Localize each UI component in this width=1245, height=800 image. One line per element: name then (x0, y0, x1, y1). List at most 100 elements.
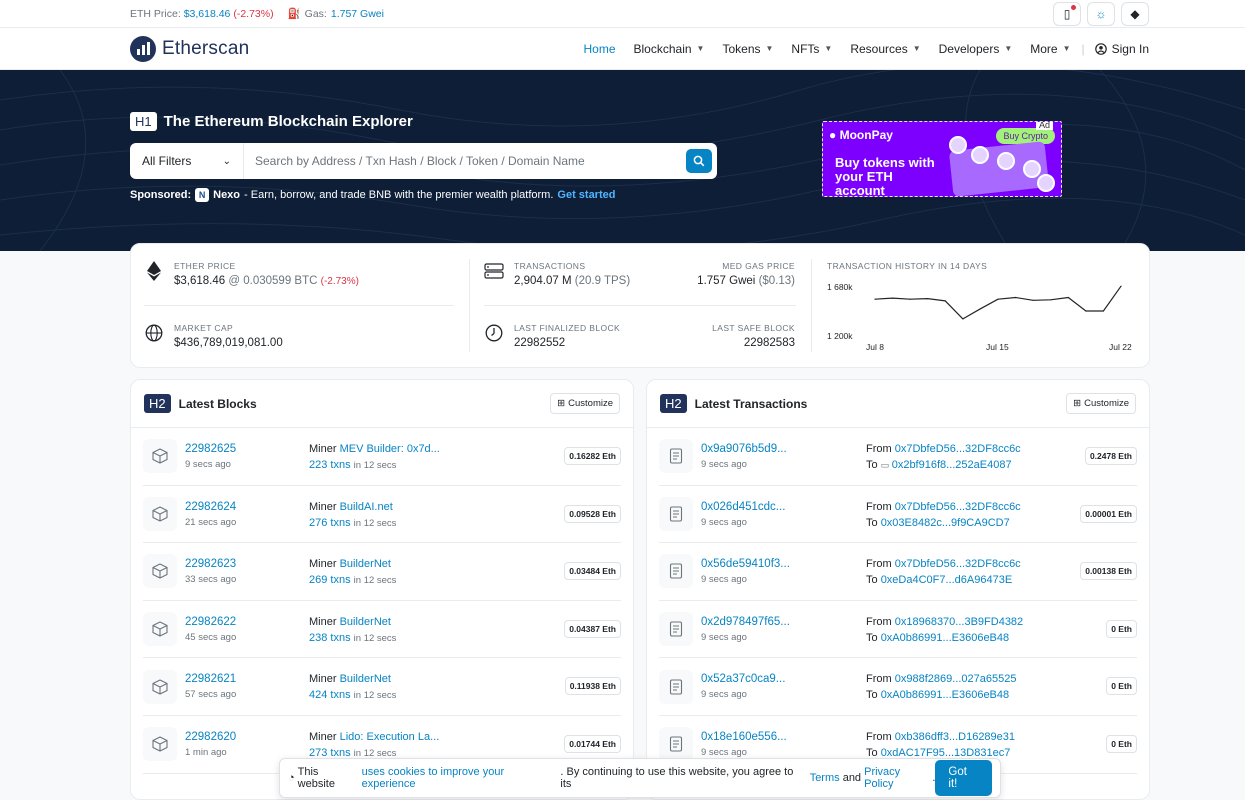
chevron-down-icon: ▼ (912, 44, 921, 53)
chevron-down-icon: ▼ (1004, 44, 1013, 53)
book-icon: ▯ (1063, 6, 1071, 21)
to-address-link[interactable]: 0x03E8482c...9f9CA9CD7 (881, 517, 1010, 529)
terms-link[interactable]: Terms (810, 772, 840, 784)
nav-nfts[interactable]: NFTs ▼ (782, 42, 841, 56)
from-address-link[interactable]: 0x7DbfeD56...32DF8cc6c (895, 501, 1021, 513)
to-label: To (866, 689, 878, 702)
eth-price-label: ETH Price: (130, 7, 181, 20)
miner-link[interactable]: BuildAI.net (340, 501, 393, 513)
miner-link[interactable]: BuilderNet (340, 616, 391, 628)
page-title: The Ethereum Blockchain Explorer (163, 113, 413, 130)
miner-link[interactable]: Lido: Execution La... (340, 731, 440, 743)
gas-price-value[interactable]: 1.757 Gwei (697, 275, 755, 287)
safe-block-value[interactable]: 22982583 (712, 337, 795, 349)
notification-button[interactable]: ▯ (1053, 1, 1081, 26)
panel-header: H2 Latest Transactions ⊞ Customize (647, 380, 1149, 428)
block-number-link[interactable]: 22982624 (185, 500, 236, 515)
search-button[interactable] (686, 149, 712, 173)
transactions-value[interactable]: 2,904.07 M (514, 275, 572, 287)
sponsor-name[interactable]: Nexo (213, 189, 240, 201)
moonpay-brand: ● MoonPay (829, 128, 893, 142)
txns-link[interactable]: 424 txns (309, 689, 351, 701)
transaction-row: 0x2d978497f65... 9 secs ago From 0x1896837… (659, 601, 1137, 659)
finalized-block-value[interactable]: 22982552 (514, 337, 620, 349)
to-address-link[interactable]: 0xeDa4C0F7...d6A96473E (881, 574, 1012, 586)
tx-hash-link[interactable]: 0x026d451cdc... (701, 500, 785, 515)
miner-link[interactable]: BuilderNet (340, 558, 391, 570)
from-address-link[interactable]: 0x7DbfeD56...32DF8cc6c (895, 443, 1021, 455)
sponsor-text: - Earn, borrow, and trade BNB with the p… (244, 189, 554, 201)
sponsor-cta-link[interactable]: Get started (557, 189, 615, 201)
to-label: To (866, 631, 878, 644)
block-number-link[interactable]: 22982621 (185, 672, 236, 687)
tx-hash-link[interactable]: 0x52a37c0ca9... (701, 672, 785, 687)
nav-tokens[interactable]: Tokens ▼ (713, 42, 782, 56)
filter-select[interactable]: All Filters ⌄ (130, 143, 244, 179)
nav-developers[interactable]: Developers ▼ (930, 42, 1022, 56)
to-address-link[interactable]: 0xA0b86991...E3606eB48 (881, 689, 1009, 701)
tx-history-chart[interactable] (873, 280, 1123, 342)
txns-link[interactable]: 276 txns (309, 517, 351, 529)
search-icon (693, 155, 705, 167)
user-circle-icon (1094, 42, 1107, 55)
to-label: To (866, 459, 878, 471)
to-address-link[interactable]: 0x2bf916f8...252aE4087 (892, 459, 1012, 471)
theme-toggle-button[interactable]: ☼ (1087, 1, 1115, 26)
from-address-link[interactable]: 0x988f2869...027a65525 (895, 673, 1017, 685)
customize-button[interactable]: ⊞ Customize (1066, 393, 1136, 414)
tx-hash-link[interactable]: 0x56de59410f3... (701, 557, 790, 572)
search-input[interactable]: Search by Address / Txn Hash / Block / T… (244, 154, 686, 168)
tx-hash-link[interactable]: 0x18e160e556... (701, 730, 787, 745)
tx-age: 9 secs ago (701, 516, 747, 528)
document-icon (659, 554, 693, 589)
latest-transactions-panel: H2 Latest Transactions ⊞ Customize 0x9a90… (646, 379, 1150, 800)
ether-price-value[interactable]: $3,618.46 (174, 275, 225, 287)
ether-price-change: (-2.73%) (320, 276, 359, 287)
gas-price-usd: ($0.13) (758, 275, 795, 287)
block-number-link[interactable]: 22982622 (185, 615, 236, 630)
cookie-policy-link[interactable]: uses cookies to improve your experience (362, 766, 561, 790)
tx-hash-link[interactable]: 0x9a9076b5d9... (701, 442, 787, 457)
miner-label: Miner (309, 615, 337, 628)
from-address-link[interactable]: 0x7DbfeD56...32DF8cc6c (895, 558, 1021, 570)
sign-in-link[interactable]: Sign In (1087, 42, 1149, 56)
from-address-link[interactable]: 0x18968370...3B9FD4382 (895, 616, 1023, 628)
ad-coin-icon (997, 152, 1015, 170)
tx-history-label: TRANSACTION HISTORY IN 14 DAYS (827, 261, 988, 271)
miner-label: Miner (309, 673, 337, 686)
txns-link[interactable]: 238 txns (309, 632, 351, 644)
document-icon (659, 439, 693, 474)
tx-hash-link[interactable]: 0x2d978497f65... (701, 615, 790, 630)
network-button[interactable]: ◆ (1121, 1, 1149, 26)
etherscan-logo[interactable]: Etherscan (130, 35, 249, 62)
from-address-link[interactable]: 0xb386dff3...D16289e31 (895, 731, 1015, 743)
document-icon (659, 496, 693, 531)
filter-label: All Filters (142, 154, 192, 168)
accept-cookies-button[interactable]: Got it! (935, 760, 993, 796)
txns-link[interactable]: 269 txns (309, 574, 351, 586)
nav-blockchain[interactable]: Blockchain ▼ (625, 42, 714, 56)
nav-resources[interactable]: Resources ▼ (841, 42, 929, 56)
gas-value[interactable]: 1.757 Gwei (331, 8, 384, 20)
safe-block-label: LAST SAFE BLOCK (712, 323, 795, 333)
customize-button[interactable]: ⊞ Customize (550, 393, 620, 414)
block-number-link[interactable]: 22982623 (185, 557, 236, 572)
privacy-policy-link[interactable]: Privacy Policy (864, 766, 932, 790)
block-number-link[interactable]: 22982625 (185, 442, 236, 457)
block-age: 57 secs ago (185, 689, 237, 701)
nav-more[interactable]: More ▼ (1021, 42, 1079, 56)
nav-home[interactable]: Home (575, 42, 625, 56)
document-icon (659, 669, 693, 704)
tx-history-line (874, 285, 1122, 320)
moonpay-ad-banner[interactable]: ● MoonPay Buy Crypto Buy tokens with you… (822, 121, 1062, 197)
eth-price-value[interactable]: $3,618.46 (184, 8, 231, 20)
block-number-link[interactable]: 22982620 (185, 730, 236, 745)
txns-link[interactable]: 223 txns (309, 459, 351, 471)
market-cap-label: MARKET CAP (174, 323, 234, 333)
miner-link[interactable]: BuilderNet (340, 673, 391, 685)
block-row: 22982623 33 secs ago Miner BuilderNet 269 t… (143, 543, 621, 601)
safe-block-stat: LAST SAFE BLOCK 22982583 (712, 323, 795, 349)
miner-link[interactable]: MEV Builder: 0x7d... (340, 443, 440, 455)
grid-icon: ⊞ (1073, 398, 1082, 409)
to-address-link[interactable]: 0xA0b86991...E3606eB48 (881, 632, 1009, 644)
